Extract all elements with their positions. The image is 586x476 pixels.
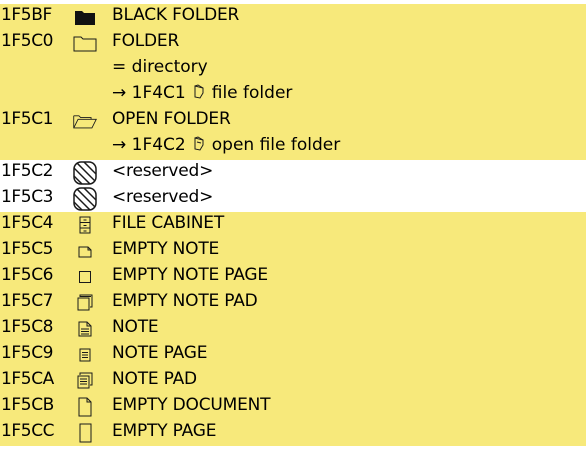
chart-entry: 1F5CC EMPTY PAGE (0, 420, 586, 446)
note-pad-icon (72, 368, 98, 394)
note-page-icon (72, 342, 98, 368)
character-name: BLACK FOLDER (112, 5, 240, 25)
open-file-folder-icon (192, 136, 206, 157)
reserved-hatched-icon (72, 186, 98, 212)
chart-entry: 1F5C1 OPEN FOLDER → 1F4C2 open file folder (0, 108, 586, 160)
chart-entry: 1F5C4 FILE CABINET (0, 212, 586, 238)
character-name: EMPTY NOTE PAD (112, 291, 258, 311)
chart-entry: 1F5CA NOTE PAD (0, 368, 586, 394)
code-point: 1F5C6 (1, 265, 54, 285)
code-point: 1F5BF (1, 5, 52, 25)
code-point: 1F5C9 (1, 343, 54, 363)
character-name: EMPTY DOCUMENT (112, 395, 271, 415)
chart-entry: 1F5C2 <reserved> (0, 160, 586, 186)
black-folder-icon (72, 4, 98, 30)
code-point: 1F5CB (1, 395, 54, 415)
character-name: FILE CABINET (112, 213, 225, 233)
note-icon (72, 316, 98, 342)
empty-note-page-icon (72, 264, 98, 290)
cross-reference: → 1F4C1 file folder (112, 83, 292, 105)
reserved-hatched-icon (72, 160, 98, 186)
chart-entry: 1F5C0 FOLDER = directory → 1F4C1 file folder (0, 30, 586, 108)
code-point: 1F5C1 (1, 109, 54, 129)
code-point: 1F5C7 (1, 291, 54, 311)
cross-reference-code: → 1F4C1 (112, 83, 186, 103)
cross-reference-name: open file folder (211, 135, 341, 155)
empty-document-icon (72, 394, 98, 420)
character-name: NOTE PAD (112, 369, 197, 389)
unicode-code-chart: 1F5BF BLACK FOLDER 1F5C0 FOLDER = directory →… (0, 0, 586, 476)
chart-entry: 1F5C7 EMPTY NOTE PAD (0, 290, 586, 316)
chart-entry: 1F5C5 EMPTY NOTE (0, 238, 586, 264)
file-folder-icon (192, 84, 206, 105)
empty-page-icon (72, 420, 98, 446)
code-point: 1F5CA (1, 369, 54, 389)
character-name: FOLDER (112, 31, 180, 51)
folder-icon (72, 30, 98, 56)
code-point: 1F5C2 (1, 161, 54, 181)
chart-entry: 1F5C3 <reserved> (0, 186, 586, 212)
chart-entry: 1F5C8 NOTE (0, 316, 586, 342)
cross-reference-name: file folder (211, 83, 293, 103)
open-folder-icon (72, 108, 98, 134)
code-point: 1F5C8 (1, 317, 54, 337)
character-name: <reserved> (112, 161, 214, 181)
file-cabinet-icon (72, 212, 98, 238)
code-point: 1F5C4 (1, 213, 54, 233)
cross-reference: → 1F4C2 open file folder (112, 135, 340, 157)
character-name: <reserved> (112, 187, 214, 207)
code-point: 1F5C0 (1, 31, 54, 51)
character-name: NOTE (112, 317, 159, 337)
character-name: NOTE PAGE (112, 343, 208, 363)
empty-note-pad-icon (72, 290, 98, 316)
chart-entry: 1F5C9 NOTE PAGE (0, 342, 586, 368)
character-name: OPEN FOLDER (112, 109, 231, 129)
empty-note-icon (72, 238, 98, 264)
cross-reference-code: → 1F4C2 (112, 135, 186, 155)
code-point: 1F5C3 (1, 187, 54, 207)
character-name: EMPTY NOTE PAGE (112, 265, 268, 285)
character-name: EMPTY PAGE (112, 421, 217, 441)
chart-entry: 1F5BF BLACK FOLDER (0, 4, 586, 30)
code-point: 1F5CC (1, 421, 55, 441)
alias-note: = directory (112, 57, 208, 77)
character-name: EMPTY NOTE (112, 239, 220, 259)
code-point: 1F5C5 (1, 239, 54, 259)
chart-entry: 1F5C6 EMPTY NOTE PAGE (0, 264, 586, 290)
chart-entry: 1F5CB EMPTY DOCUMENT (0, 394, 586, 420)
